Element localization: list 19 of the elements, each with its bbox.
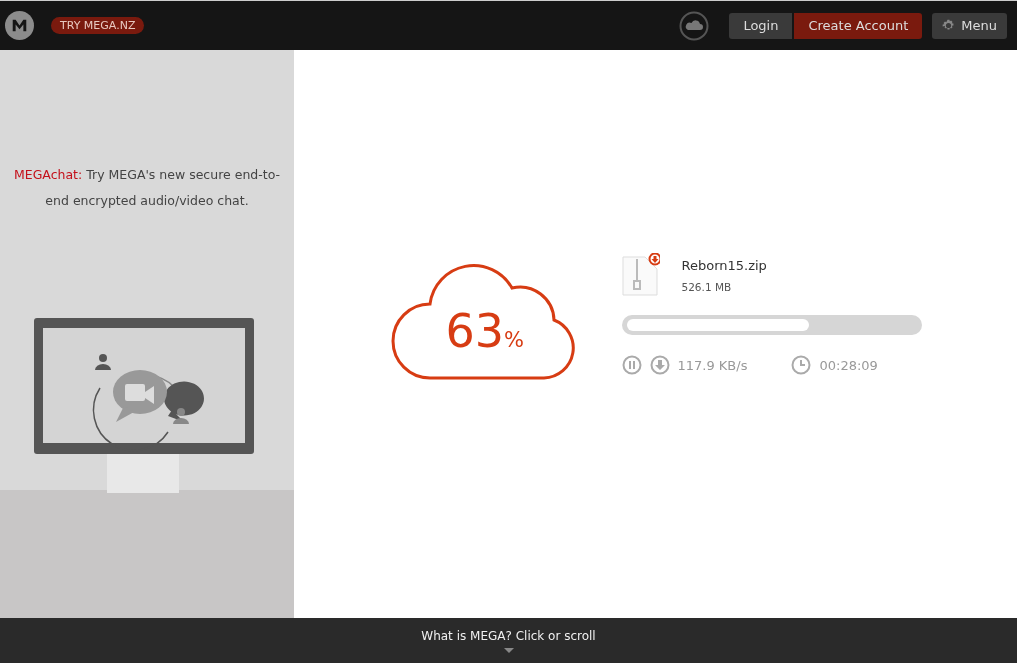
- time-remaining: 00:28:09: [819, 357, 878, 373]
- download-speed-icon: [649, 355, 670, 375]
- promo-text: MEGAchat: Try MEGA's new secure end-to-end encrypted audio/video chat.: [12, 166, 282, 210]
- gear-icon: [942, 19, 956, 32]
- caret-icon: [503, 647, 514, 653]
- cloud-icon[interactable]: [679, 10, 710, 41]
- clock-icon: [791, 355, 812, 375]
- progress-percent: 63%: [445, 308, 524, 354]
- try-mega-badge[interactable]: TRY MEGA.NZ: [51, 17, 145, 34]
- menu-button[interactable]: Menu: [932, 12, 1007, 39]
- login-button[interactable]: Login: [729, 12, 793, 39]
- file-name: Reborn15.zip: [681, 258, 767, 273]
- pause-icon[interactable]: [621, 355, 642, 375]
- logo-icon[interactable]: [5, 11, 34, 40]
- scroll-hint-link[interactable]: What is MEGA? Click or scroll: [421, 628, 596, 643]
- create-account-button[interactable]: Create Account: [794, 12, 923, 39]
- download-speed: 117.9 KB/s: [677, 357, 748, 373]
- zip-file-icon: [621, 253, 660, 297]
- file-size: 526.1 MB: [681, 281, 733, 293]
